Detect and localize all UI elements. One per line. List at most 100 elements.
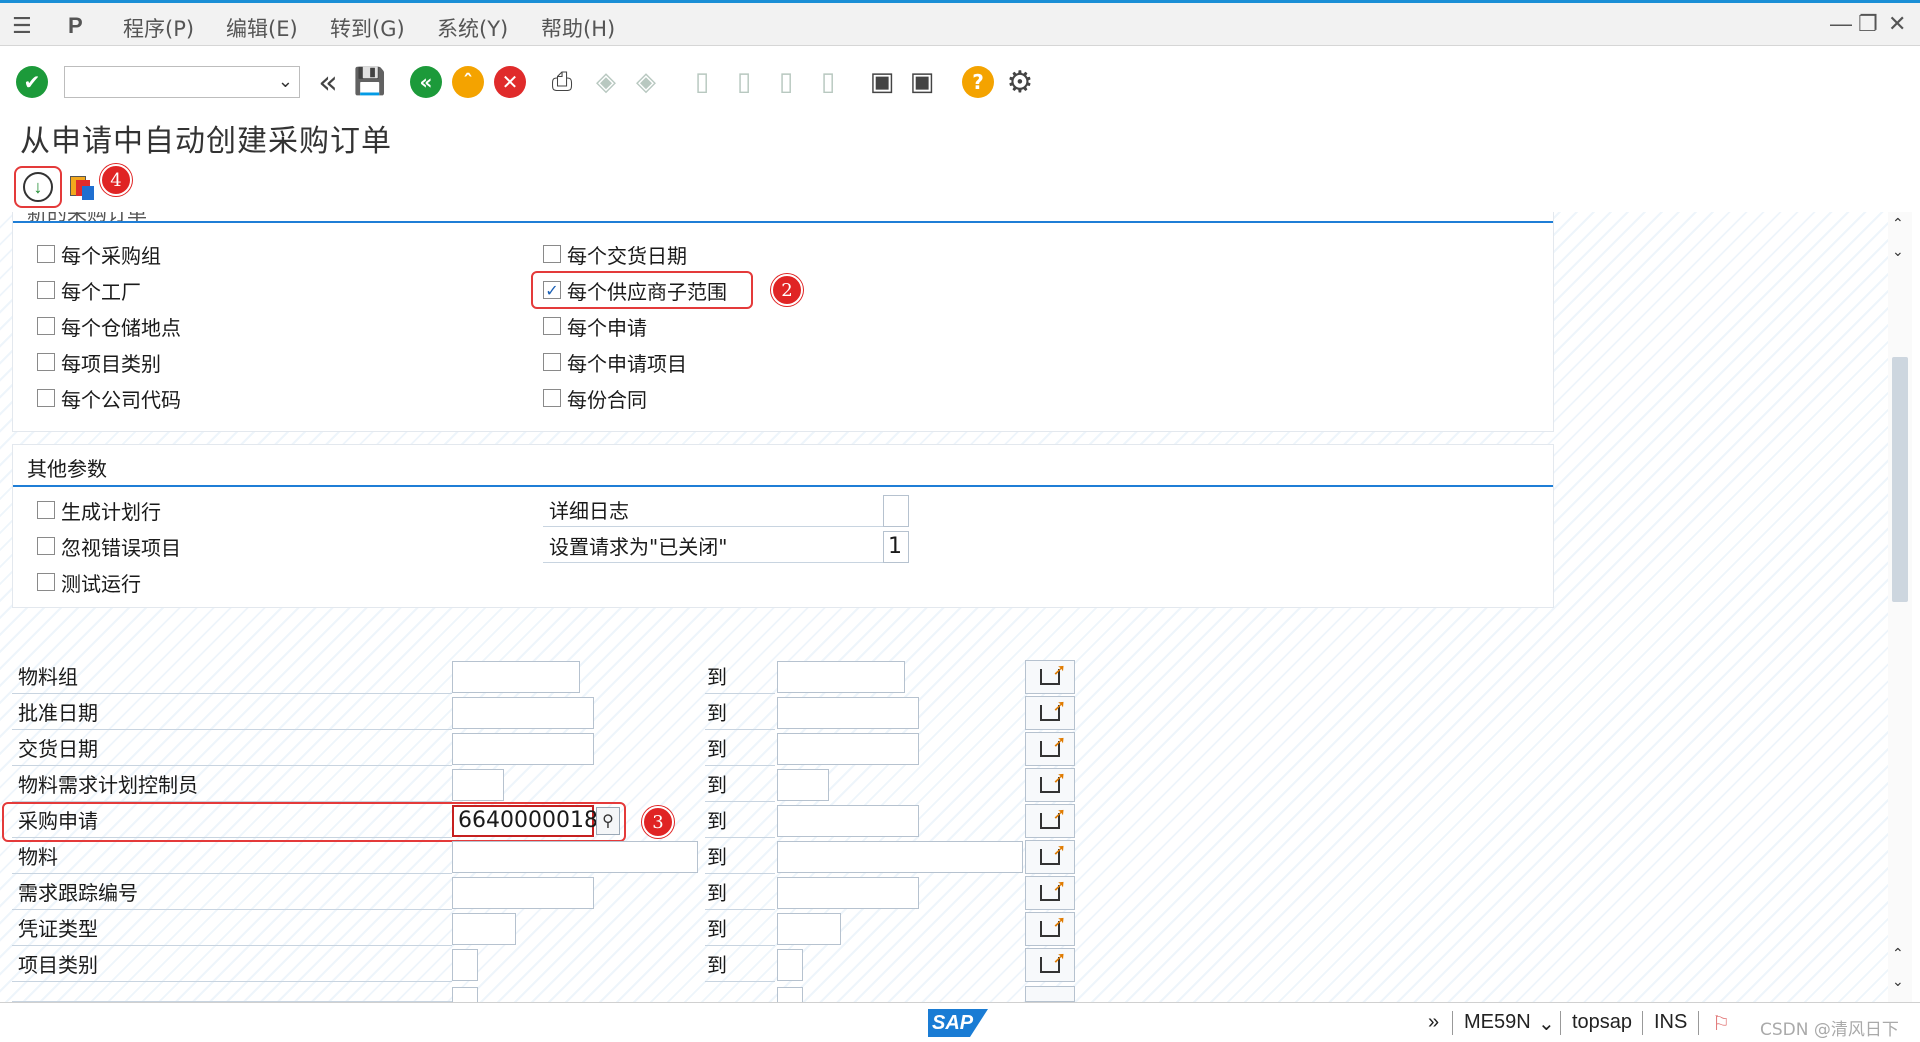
- checkbox-per-requisition-item[interactable]: 每个申请项目: [543, 347, 687, 377]
- chevron-down-icon[interactable]: ⌄: [1538, 1011, 1555, 1036]
- sel-label-purchase-requisition: 采购申请: [12, 804, 452, 838]
- print-button[interactable]: ⎙: [546, 66, 578, 98]
- multiple-selection-button[interactable]: ➚: [1025, 804, 1075, 838]
- previous-page-button[interactable]: ▯: [728, 66, 760, 98]
- help-button[interactable]: ?: [962, 66, 994, 98]
- checkbox-per-storage-location[interactable]: 每个仓储地点: [37, 311, 181, 341]
- checkbox-box[interactable]: [37, 281, 55, 299]
- shortcut-button[interactable]: ▣: [906, 66, 938, 98]
- execute-button[interactable]: ↓: [14, 166, 62, 208]
- exit-button[interactable]: ˆ: [452, 66, 484, 98]
- multiple-selection-button[interactable]: ➚: [1025, 732, 1075, 766]
- checkbox-box[interactable]: [37, 537, 55, 555]
- menu-item-edit[interactable]: 编辑(E): [226, 13, 298, 43]
- sel-from-purchase-requisition[interactable]: 6640000018: [452, 805, 598, 837]
- scroll-thumb[interactable]: [1892, 357, 1908, 602]
- checkbox-label: 每项目类别: [61, 351, 161, 376]
- scroll-down-icon[interactable]: ⌄: [1892, 974, 1904, 990]
- sel-to-material-group[interactable]: [777, 661, 905, 693]
- menu-toggle-icon[interactable]: ☰: [12, 13, 32, 39]
- scroll-up-icon[interactable]: ⌃: [1892, 946, 1904, 962]
- first-page-button[interactable]: ▯: [686, 66, 718, 98]
- last-page-button[interactable]: ▯: [812, 66, 844, 98]
- search-help-button[interactable]: ⚲: [596, 807, 620, 835]
- sel-to-delivery-date[interactable]: [777, 733, 919, 765]
- sel-to-mrp-controller[interactable]: [777, 769, 829, 801]
- checkbox-box[interactable]: [37, 245, 55, 263]
- checkbox-per-company-code[interactable]: 每个公司代码: [37, 383, 181, 413]
- back-button[interactable]: «: [410, 66, 442, 98]
- sel-from-delivery-date[interactable]: [452, 733, 594, 765]
- scroll-down-icon[interactable]: ⌄: [1892, 244, 1904, 260]
- sel-to-item-category[interactable]: [777, 949, 803, 981]
- checkbox-box[interactable]: [37, 353, 55, 371]
- checkbox-box[interactable]: [543, 353, 561, 371]
- new-session-button[interactable]: ▣: [866, 66, 898, 98]
- multiple-selection-button[interactable]: [1025, 986, 1075, 1002]
- multiple-selection-button[interactable]: ➚: [1025, 876, 1075, 910]
- checkbox-per-item-category[interactable]: 每项目类别: [37, 347, 161, 377]
- sel-from-document-type[interactable]: [452, 913, 516, 945]
- checkbox-per-purch-group[interactable]: 每个采购组: [37, 239, 161, 269]
- sel-from-mrp-controller[interactable]: [452, 769, 504, 801]
- checkbox-ignore-error-items[interactable]: 忽视错误项目: [37, 531, 181, 561]
- menu-item-system[interactable]: 系统(Y): [437, 13, 508, 43]
- sel-from-material[interactable]: [452, 841, 698, 873]
- checkbox-generate-schedule-lines[interactable]: 生成计划行: [37, 495, 161, 525]
- checkbox-per-delivery-date[interactable]: 每个交货日期: [543, 239, 687, 269]
- vertical-scrollbar[interactable]: ⌃ ⌄ ⌃ ⌄: [1888, 212, 1912, 1002]
- sel-to-material[interactable]: [777, 841, 1023, 873]
- find-next-button[interactable]: ◈: [630, 66, 662, 98]
- checkbox-box[interactable]: [37, 573, 55, 591]
- checkbox-box[interactable]: [37, 317, 55, 335]
- multiple-selection-button[interactable]: ➚: [1025, 840, 1075, 874]
- checkbox-box[interactable]: [37, 389, 55, 407]
- checkbox-box[interactable]: [543, 245, 561, 263]
- menu-item-goto[interactable]: 转到(G): [330, 13, 405, 43]
- detail-log-field[interactable]: [883, 495, 909, 527]
- multiple-selection-button[interactable]: ➚: [1025, 948, 1075, 982]
- save-button[interactable]: 💾: [354, 66, 386, 98]
- minimize-icon[interactable]: —: [1830, 11, 1852, 37]
- multiple-selection-icon: ➚: [1040, 912, 1066, 937]
- sel-to-release-date[interactable]: [777, 697, 919, 729]
- enter-button[interactable]: ✔: [16, 66, 48, 98]
- checkbox-per-plant[interactable]: 每个工厂: [37, 275, 141, 305]
- sel-to-tracking-number[interactable]: [777, 877, 919, 909]
- get-variant-button[interactable]: [70, 172, 98, 202]
- find-button[interactable]: ◈: [590, 66, 622, 98]
- multiple-selection-button[interactable]: ➚: [1025, 696, 1075, 730]
- checkbox-box[interactable]: [543, 317, 561, 335]
- partial-row-field[interactable]: [777, 987, 803, 1002]
- history-back-button[interactable]: «: [312, 63, 344, 101]
- menu-item-program[interactable]: 程序(P): [123, 13, 194, 43]
- checkbox-box[interactable]: [37, 501, 55, 519]
- multiple-selection-button[interactable]: ➚: [1025, 768, 1075, 802]
- checkbox-per-contract[interactable]: 每份合同: [543, 383, 647, 413]
- sel-to-document-type[interactable]: [777, 913, 841, 945]
- checkbox-box[interactable]: [543, 389, 561, 407]
- sel-from-release-date[interactable]: [452, 697, 594, 729]
- expand-status-icon[interactable]: »: [1428, 1011, 1439, 1034]
- next-page-button[interactable]: ▯: [770, 66, 802, 98]
- close-window-icon[interactable]: ✕: [1888, 11, 1906, 37]
- menu-item-help[interactable]: 帮助(H): [541, 13, 615, 43]
- cancel-button[interactable]: ✕: [494, 66, 526, 98]
- scroll-up-icon[interactable]: ⌃: [1892, 216, 1904, 232]
- sel-from-item-category[interactable]: [452, 949, 478, 981]
- sel-to-purchase-requisition[interactable]: [777, 805, 919, 837]
- checkbox-label: 忽视错误项目: [61, 535, 181, 560]
- sel-from-material-group[interactable]: [452, 661, 580, 693]
- program-menu-icon[interactable]: P: [68, 13, 83, 39]
- set-closed-field[interactable]: 1: [883, 531, 909, 563]
- restore-icon[interactable]: ❐: [1858, 11, 1878, 37]
- checkbox-test-run[interactable]: 测试运行: [37, 567, 141, 597]
- chevron-down-icon[interactable]: ⌄: [278, 71, 293, 92]
- command-field[interactable]: ⌄: [64, 66, 300, 98]
- multiple-selection-button[interactable]: ➚: [1025, 660, 1075, 694]
- partial-row-field[interactable]: [452, 987, 478, 1002]
- sel-from-tracking-number[interactable]: [452, 877, 594, 909]
- multiple-selection-button[interactable]: ➚: [1025, 912, 1075, 946]
- settings-button[interactable]: ⚙: [1004, 65, 1036, 100]
- checkbox-per-requisition[interactable]: 每个申请: [543, 311, 647, 341]
